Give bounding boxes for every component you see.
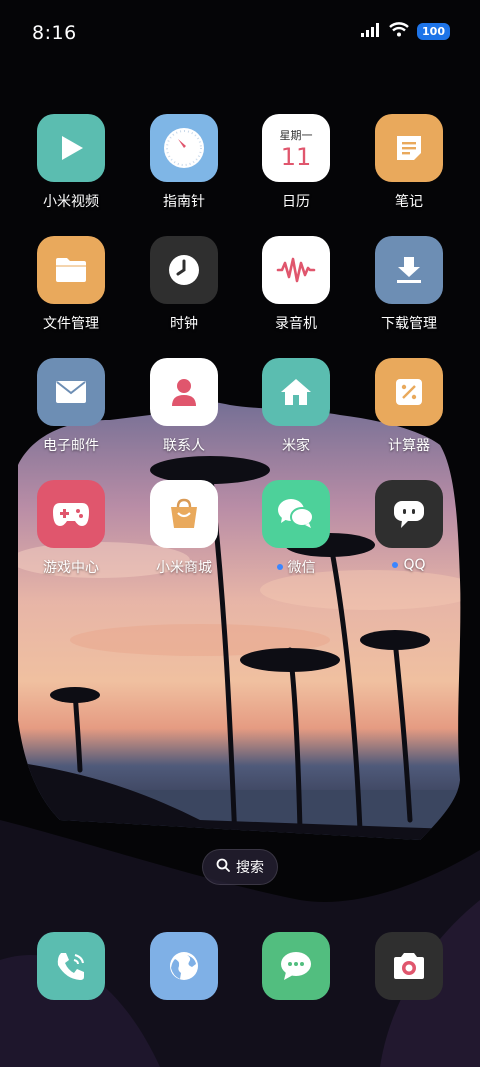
app-label: 小米商城 [156, 560, 212, 576]
mail-icon [37, 358, 105, 426]
search-button[interactable]: 搜索 [202, 849, 278, 885]
battery-icon: 100 [417, 23, 450, 40]
message-icon [262, 932, 330, 1000]
app-mi-video[interactable]: 小米视频 [15, 114, 127, 226]
wifi-icon [389, 22, 409, 41]
new-install-dot [276, 564, 283, 570]
app-game-center[interactable]: 游戏中心 [15, 480, 127, 592]
home-icon [262, 358, 330, 426]
calendar-icon: 星期一 11 [262, 114, 330, 182]
app-recorder[interactable]: 录音机 [240, 236, 352, 348]
app-label-with-badge: QQ [392, 557, 426, 573]
app-label: 游戏中心 [43, 560, 99, 576]
contact-icon [150, 358, 218, 426]
shopping-bag-icon [150, 480, 218, 548]
app-email[interactable]: 电子邮件 [15, 358, 127, 470]
app-label: 小米视频 [43, 194, 99, 210]
qq-icon [375, 480, 443, 548]
app-label: 米家 [282, 438, 310, 454]
phone-icon [37, 932, 105, 1000]
app-contacts[interactable]: 联系人 [128, 358, 240, 470]
calendar-day: 11 [280, 143, 312, 171]
app-mijia[interactable]: 米家 [240, 358, 352, 470]
status-icons: 100 [361, 22, 450, 41]
app-label: 计算器 [388, 438, 430, 454]
app-file-manager[interactable]: 文件管理 [15, 236, 127, 348]
status-bar: 8:16 100 [0, 0, 480, 68]
status-time: 8:16 [32, 22, 77, 44]
dock-browser[interactable] [128, 932, 240, 1004]
calendar-weekday: 星期一 [279, 129, 313, 142]
dock [0, 930, 480, 1002]
calculator-icon [375, 358, 443, 426]
app-notes[interactable]: 笔记 [353, 114, 465, 226]
app-label: 文件管理 [43, 316, 99, 332]
app-clock[interactable]: 时钟 [128, 236, 240, 348]
camera-icon [375, 932, 443, 1000]
app-mi-store[interactable]: 小米商城 [128, 480, 240, 592]
new-install-dot [392, 562, 399, 568]
app-compass[interactable]: 指南针 [128, 114, 240, 226]
dock-camera[interactable] [353, 932, 465, 1004]
search-label: 搜索 [236, 860, 264, 876]
app-label: 笔记 [395, 194, 423, 210]
globe-icon [150, 932, 218, 1000]
app-label: 电子邮件 [43, 438, 99, 454]
app-label: 下载管理 [381, 316, 437, 332]
gamepad-icon [37, 480, 105, 548]
app-wechat[interactable]: 微信 [240, 480, 352, 592]
app-label: 指南针 [163, 194, 205, 210]
app-calendar[interactable]: 星期一 11 日历 [240, 114, 352, 226]
dock-messages[interactable] [240, 932, 352, 1004]
app-downloads[interactable]: 下载管理 [353, 236, 465, 348]
play-icon [37, 114, 105, 182]
folder-icon [37, 236, 105, 304]
app-label: 时钟 [170, 316, 198, 332]
waveform-icon [262, 236, 330, 304]
compass-icon [150, 114, 218, 182]
search-icon [216, 858, 230, 876]
app-qq[interactable]: QQ [353, 480, 465, 592]
clock-icon [150, 236, 218, 304]
app-label-with-badge: 微信 [276, 557, 316, 577]
app-label: 联系人 [163, 438, 205, 454]
signal-icon [361, 22, 381, 41]
dock-phone[interactable] [15, 932, 127, 1004]
app-calculator[interactable]: 计算器 [353, 358, 465, 470]
app-label: 录音机 [275, 316, 317, 332]
wechat-icon [262, 480, 330, 548]
app-label: 日历 [282, 194, 310, 210]
note-icon [375, 114, 443, 182]
download-icon [375, 236, 443, 304]
